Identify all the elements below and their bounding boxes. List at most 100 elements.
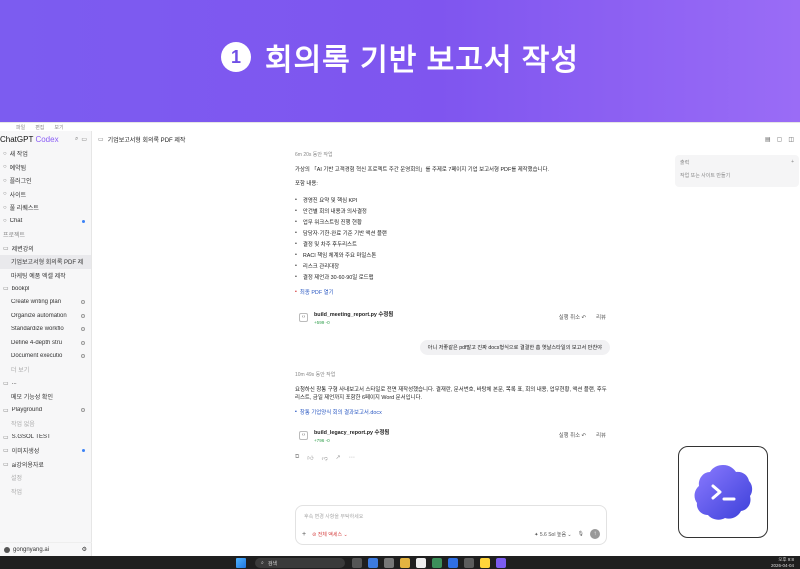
sidebar-item[interactable]: 작업 (0, 485, 91, 499)
composer[interactable]: 후속 변경 사항을 부탁하세요 + ⊘ 전체 액세스 ⌄ ✦ 5.6 Sol 높… (295, 505, 607, 545)
list-item: 리스크 관리대장 (295, 260, 610, 271)
undo-button[interactable]: 실행 취소 ↶ (559, 313, 586, 321)
sidebar-item[interactable]: ○ 풀 리퀘스트 (0, 201, 91, 215)
windows-start-icon[interactable] (236, 558, 246, 568)
add-icon[interactable]: + (791, 159, 794, 166)
app-icon[interactable] (384, 558, 394, 568)
sidebar-item[interactable]: 더 보기 (0, 363, 91, 377)
chat-icon: ○ (3, 218, 7, 225)
menubar: 파일 편집 보기 (0, 123, 800, 131)
more-icon[interactable]: ⋯ (349, 454, 355, 462)
user-profile[interactable]: gongnyang.ai ⚙ (0, 542, 92, 556)
sidebar-item-label: ai강의용자료 (11, 462, 44, 469)
app-brand: ChatGPT Codex (0, 135, 59, 144)
search-icon[interactable]: ⌕ (75, 136, 78, 143)
menu-file[interactable]: 파일 (16, 124, 25, 131)
sidebar-thread[interactable]: Standardize workflo (0, 323, 91, 337)
sidebar-thread[interactable]: Organize automation (0, 309, 91, 323)
collapse-sidebar-icon[interactable]: ▭ (81, 136, 87, 143)
pdf-link-label: 최종 PDF 열기 (299, 290, 334, 296)
file-name[interactable]: build_meeting_report.py 수정됨 (314, 310, 393, 318)
sidebar-project[interactable]: ▭ Playground (0, 404, 91, 418)
taskbar-search[interactable]: ⌕ 검색 (255, 558, 345, 568)
sidebar-thread[interactable]: 기업보고서형 회의록 PDF 제 (0, 255, 91, 269)
sidebar-item-label: Standardize workflo (11, 326, 64, 333)
folder-icon: ▭ (3, 407, 9, 414)
sidebar-thread[interactable]: 마케팅 예품 엑셀 제작 (0, 269, 91, 283)
clock-icon: ○ (3, 164, 7, 171)
mic-icon[interactable]: 🎙︎ (578, 531, 584, 537)
split-icon[interactable]: ◫ (788, 136, 794, 143)
folder-icon: ▭ (3, 461, 9, 468)
share-icon[interactable]: ↗ (336, 454, 341, 462)
terminal-icon[interactable]: ▢ (777, 136, 783, 143)
sidebar-item[interactable]: ○ 새 작업 (0, 147, 91, 161)
codex-taskbar-icon[interactable] (496, 558, 506, 568)
sidebar-item[interactable]: 설정 (0, 471, 91, 485)
sidebar-project[interactable]: ▭ 제변강의 (0, 242, 91, 256)
sidebar-item[interactable]: ○ 플러그인 (0, 174, 91, 188)
settings-icon[interactable]: ⚙ (82, 546, 87, 553)
list-item: 결정 및 차주 후두리스트 (295, 238, 610, 249)
review-button[interactable]: 리뷰 (596, 431, 606, 439)
sidebar-item[interactable]: 작업 없음 (0, 417, 91, 431)
chrome-icon[interactable] (368, 558, 378, 568)
sidebar-thread[interactable]: Define 4-depth stru (0, 336, 91, 350)
pdf-link[interactable]: ▪ 최종 PDF 열기 (295, 288, 610, 296)
status-ring-icon (81, 408, 85, 413)
sidebar-item[interactable]: ○ 예약됨 (0, 161, 91, 175)
plugin-icon: ○ (3, 177, 7, 184)
app-icon[interactable] (432, 558, 442, 568)
review-button[interactable]: 리뷰 (596, 313, 606, 321)
file-code-icon: ‹› (299, 312, 308, 322)
terminal-cloud-icon (694, 465, 753, 520)
sidebar-project[interactable]: ▭ S.GSOL TEST (0, 431, 91, 445)
notion-icon[interactable] (416, 558, 426, 568)
date: 2026-04-04 (770, 563, 794, 568)
send-button[interactable]: ↑ (590, 529, 600, 539)
sidebar-thread[interactable]: 메모 기능성 확인 (0, 390, 91, 404)
sidebar-item-label: 프로젝트 (3, 233, 26, 240)
app-icon[interactable] (448, 558, 458, 568)
sidebar-project[interactable]: ▭ bookpl (0, 282, 91, 296)
file-name[interactable]: build_legacy_report.py 수정됨 (314, 428, 389, 436)
sidebar-item-label: 작업 없음 (11, 422, 35, 429)
access-mode-button[interactable]: ⊘ 전체 액세스 ⌄ (312, 531, 348, 538)
docx-link-label: 창통 기업양식 회의 결과보고서.docx (299, 410, 382, 416)
sidebar-item[interactable]: ○ Chat (0, 215, 91, 229)
menu-view[interactable]: 보기 (54, 124, 63, 131)
list-item: 담당자·기한·완료 기준 기반 액션 플랜 (295, 227, 610, 238)
sidebar-project[interactable]: ▭ ai강의용자료 (0, 458, 91, 472)
app-icon[interactable] (464, 558, 474, 568)
sidebar-item[interactable]: ○ 사이트 (0, 188, 91, 202)
codex-app-icon (678, 446, 768, 538)
sidebar-thread[interactable]: Create writing plan (0, 296, 91, 310)
sidebar-thread[interactable]: Document executio (0, 350, 91, 364)
model-selector[interactable]: ✦ 5.6 Sol 높음 ⌄ (534, 531, 571, 538)
contents-list: 경영진 요약 및 핵심 KPI안건별 회의 내용과 의사결정업무 워크스트림 진… (295, 194, 610, 282)
sidebar-item-label: 이미지생성 (11, 449, 40, 456)
copy-icon[interactable]: ⧉ (295, 454, 299, 462)
composer-input[interactable]: 후속 변경 사항을 부탁하세요 (304, 513, 363, 520)
panel-icon[interactable]: ▤ (765, 136, 771, 143)
docx-link[interactable]: ▪ 창통 기업양식 회의 결과보고서.docx (295, 408, 610, 416)
kakaotalk-icon[interactable] (480, 558, 490, 568)
file-diff: +796 -0 (314, 437, 330, 443)
sidebar-item-label: 마케팅 예품 엑셀 제작 (11, 273, 66, 280)
thread-title: 기업보고서형 회의록 PDF 제작 (107, 137, 186, 144)
work-duration: 6m 20s 동안 작업 (295, 152, 333, 158)
task-view-icon[interactable] (352, 558, 362, 568)
undo-button[interactable]: 실행 취소 ↶ (559, 431, 586, 439)
add-icon[interactable]: + (302, 531, 306, 538)
sidebar-project[interactable]: ▭ 이미지생성 (0, 444, 91, 458)
thumbs-down-icon[interactable]: 👎︎ (322, 454, 328, 462)
sidebar-project[interactable]: ▭... (0, 377, 91, 391)
sidebar: ChatGPT Codex ⌕ ▭ ○ 새 작업 ○ 예약됨 ○ 플러그인 ○ 사이트 ○ 풀 리… (0, 131, 92, 556)
globe-icon: ○ (3, 191, 7, 198)
file-change-card: ‹› build_meeting_report.py 수정됨 +599 -0 실… (295, 304, 610, 330)
file-explorer-icon[interactable] (400, 558, 410, 568)
thumbs-up-icon[interactable]: 👍︎ (307, 454, 313, 462)
menu-edit[interactable]: 편집 (35, 124, 44, 131)
file-code-icon: ‹› (299, 430, 308, 440)
doc-file-icon: ▪ (295, 409, 297, 415)
